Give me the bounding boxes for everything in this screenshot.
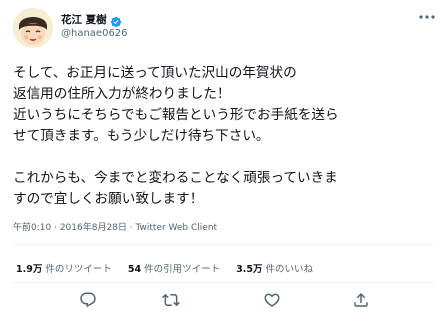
likes-label: 件のいいね [265, 264, 313, 275]
tweet-text-line: そして、お正月に送って頂いた沢山の年賀状の [13, 65, 297, 81]
user-handle[interactable]: @hanae0626 [61, 28, 128, 39]
tweet-text-line: これからも、今までと変わることなく頑張っていきま [13, 170, 338, 186]
likes-stat[interactable]: 3.5万 件のいいね [236, 261, 313, 275]
share-icon[interactable] [352, 291, 370, 309]
reply-icon[interactable] [79, 291, 97, 309]
tweet-text-line: 返信用の住所入力が終わりました！ [13, 86, 231, 102]
tweet-text: そして、お正月に送って頂いた沢山の年賀状の 返信用の住所入力が終わりました！ 近… [13, 63, 439, 210]
display-name[interactable]: 花江 夏樹 [61, 12, 107, 27]
tweet-date[interactable]: 2016年8月28日 [60, 223, 127, 233]
tweet-time[interactable]: 午前0:10 [13, 223, 51, 233]
like-icon[interactable] [263, 291, 281, 309]
tweet-actions [0, 291, 447, 313]
tweet-text-line: すので宜しくお願い致します！ [13, 191, 204, 207]
avatar-image [13, 8, 53, 48]
tweet-client[interactable]: Twitter Web Client [136, 223, 218, 233]
divider [13, 244, 434, 245]
quotes-label: 件の引用ツイート [144, 264, 221, 275]
divider [13, 282, 434, 283]
quotes-stat[interactable]: 54 件の引用ツイート [128, 261, 220, 275]
verified-badge-icon [110, 13, 122, 28]
retweets-stat[interactable]: 1.9万 件のリツイート [16, 261, 112, 275]
tweet-text-line: せて頂きます。もう少しだけ待ち下さい。 [13, 128, 270, 144]
meta-separator: · [126, 223, 136, 233]
likes-count: 3.5万 [236, 264, 263, 275]
display-name-row[interactable]: 花江 夏樹 [61, 11, 122, 28]
meta-separator: · [51, 223, 60, 233]
retweet-icon[interactable] [162, 291, 180, 309]
more-icon[interactable] [417, 10, 437, 24]
avatar[interactable] [13, 8, 53, 48]
retweets-count: 1.9万 [16, 264, 43, 275]
tweet-text-line: 近いうちにそちらでもご報告という形でお手紙を送ら [13, 107, 339, 123]
quotes-count: 54 [127, 264, 142, 275]
retweets-label: 件のリツイート [45, 264, 112, 275]
tweet: 花江 夏樹 @hanae0626 そして、お正月に送って頂いた沢山の年賀状の 返… [0, 0, 447, 322]
tweet-stats: 1.9万 件のリツイート 54 件の引用ツイート 3.5万 件のいいね [16, 261, 313, 275]
tweet-meta: 午前0:10 · 2016年8月28日 · Twitter Web Client [13, 220, 217, 233]
